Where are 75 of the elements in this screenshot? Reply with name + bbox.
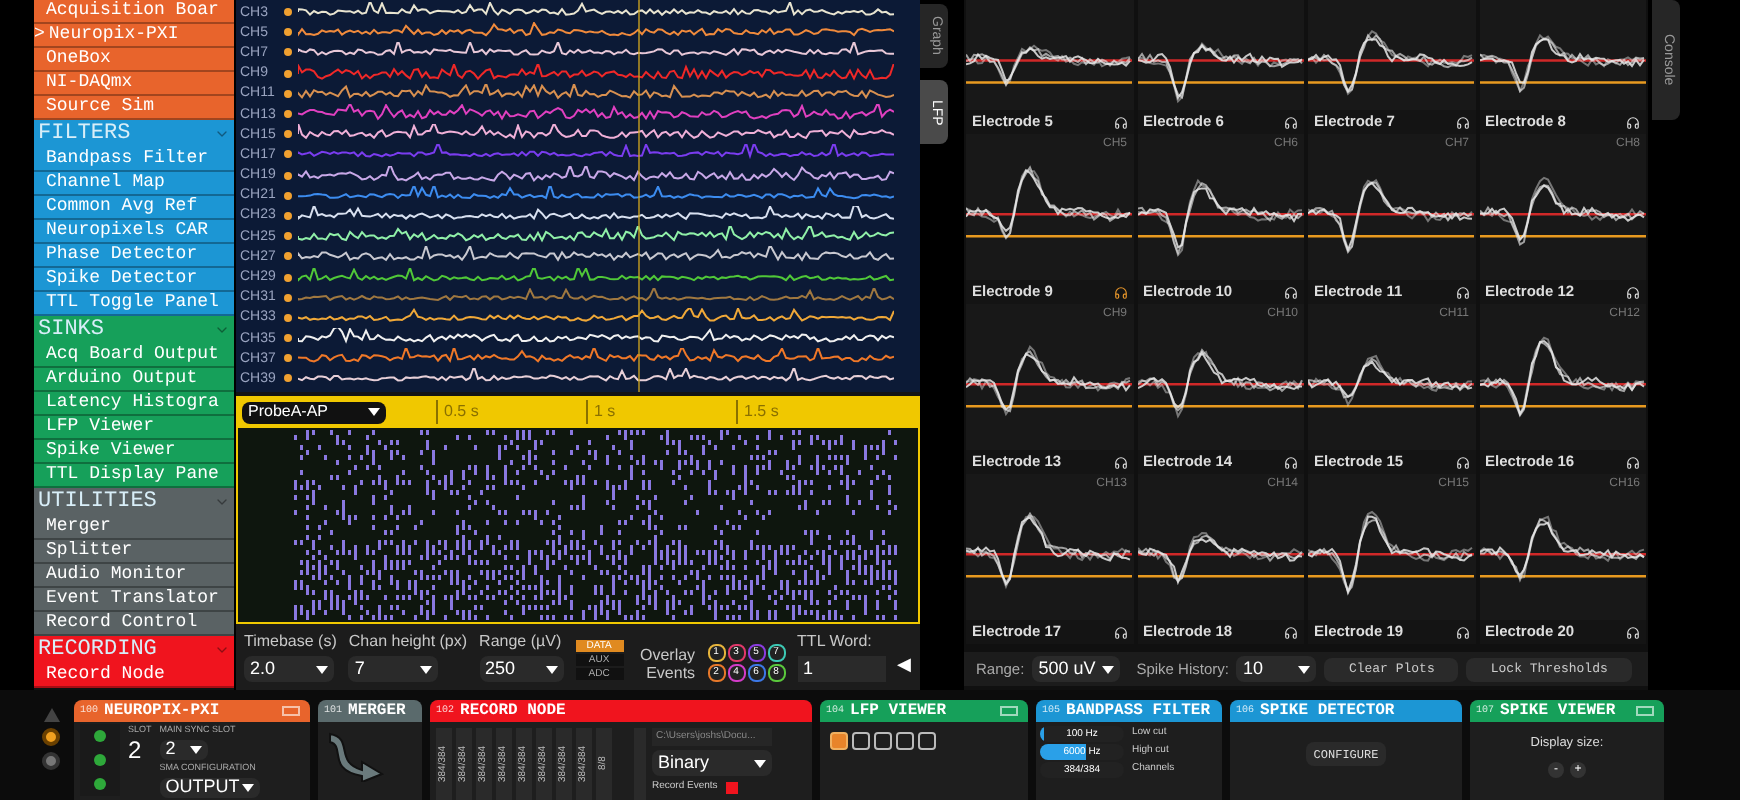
editor-title: SPIKE DETECTOR (1260, 699, 1395, 723)
caret-icon (189, 745, 202, 754)
layout-option-icon[interactable] (896, 732, 914, 750)
processor-item[interactable]: Bandpass Filter (34, 148, 234, 172)
ttl-word-field[interactable]: 1 (797, 656, 886, 682)
processor-item[interactable]: Acq Board Output (34, 344, 234, 368)
processor-item[interactable]: Splitter (34, 540, 234, 564)
caret-icon (420, 665, 433, 673)
value-dropdown[interactable]: 250 (479, 656, 564, 682)
caret-icon (754, 759, 766, 767)
control-label: Range (µV) (479, 630, 564, 654)
time-tick: 1.5 s (736, 400, 886, 424)
layout-option-icon[interactable] (874, 732, 892, 750)
processor-item[interactable]: Spike Detector (34, 268, 234, 292)
processor-item[interactable]: TTL Display Pane (34, 464, 234, 488)
time-tick: 1 s (586, 400, 736, 424)
editor-title: BANDPASS FILTER (1066, 699, 1211, 723)
caret-icon (1298, 665, 1311, 673)
processor-item[interactable]: Event Translator (34, 588, 234, 612)
layout-option-icon[interactable] (852, 732, 870, 750)
tab-toggle-icon[interactable] (282, 706, 300, 716)
processor-item[interactable]: Phase Detector (34, 244, 234, 268)
processor-item[interactable]: Common Avg Ref (34, 196, 234, 220)
value-dropdown[interactable]: 7 (348, 656, 439, 682)
format-dropdown[interactable]: Binary (652, 750, 772, 776)
processor-item[interactable]: Source Sim (34, 96, 234, 120)
processor-item[interactable]: Record Node (34, 664, 234, 688)
tab-toggle-icon[interactable] (1636, 706, 1654, 716)
processor-item[interactable]: Arduino Output (34, 368, 234, 392)
sma-dropdown[interactable]: OUTPUT (159, 777, 260, 797)
processor-item[interactable]: OneBox (34, 48, 234, 72)
hover-marker: > (34, 26, 45, 44)
range-dropdown[interactable]: 500 uV (1032, 656, 1121, 682)
editor-title: MERGER (348, 699, 406, 723)
time-tick: 0.5 s (436, 400, 586, 424)
processor-item[interactable]: Audio Monitor (34, 564, 234, 588)
slot-value: 2 (128, 737, 144, 762)
caret-icon (368, 408, 380, 416)
editor-title: LFP VIEWER (850, 699, 947, 723)
processor-item[interactable]: Acquisition Boar (34, 0, 234, 24)
category-header[interactable]: RECORDING (34, 636, 234, 664)
headphones-icon[interactable] (1113, 285, 1127, 299)
record-events-checkbox[interactable] (725, 781, 738, 794)
processor-item[interactable]: NI-DAQmx (34, 72, 234, 96)
value-dropdown[interactable]: 2.0 (244, 656, 334, 682)
layout-option-icon[interactable] (830, 732, 848, 750)
category-header[interactable]: UTILITIES (34, 488, 234, 516)
processor-item[interactable]: Latency Histogra (34, 392, 234, 416)
editor-title: NEUROPIX-PXI (104, 699, 220, 723)
control-label: TTL Word: (797, 630, 874, 654)
control-label: Timebase (s) (244, 630, 337, 654)
sync-dropdown[interactable]: 2 (159, 739, 208, 760)
merge-arrow-icon (326, 730, 386, 782)
caret-icon (241, 783, 254, 791)
control-label: Chan height (px) (348, 630, 468, 654)
processor-item[interactable]: Neuropixels CAR (34, 220, 234, 244)
caret-icon (316, 665, 328, 673)
caret-icon (545, 665, 558, 673)
processor-item[interactable]: Record Control (34, 612, 234, 636)
editor-title: RECORD NODE (460, 699, 566, 723)
processor-item[interactable]: Merger (34, 516, 234, 540)
stream-dropdown[interactable]: ProbeA-AP (242, 401, 386, 423)
processor-item[interactable]: TTL Toggle Panel (34, 292, 234, 316)
editor-title: SPIKE VIEWER (1500, 699, 1616, 723)
tab-toggle-icon[interactable] (1000, 706, 1018, 716)
processor-item[interactable]: Spike Viewer (34, 440, 234, 464)
processor-item[interactable]: > Neuropix-PXI (34, 24, 234, 48)
history-dropdown[interactable]: 10 (1236, 656, 1317, 682)
layout-option-icon[interactable] (918, 732, 936, 750)
caret-icon (1102, 665, 1115, 673)
record-indicator-icon[interactable] (42, 728, 60, 746)
collapse-button[interactable]: ◀ (897, 651, 912, 678)
processor-item[interactable]: Channel Map (34, 172, 234, 196)
processor-item[interactable]: LFP Viewer (34, 416, 234, 440)
overlay-label: Overlay Events (637, 646, 696, 682)
